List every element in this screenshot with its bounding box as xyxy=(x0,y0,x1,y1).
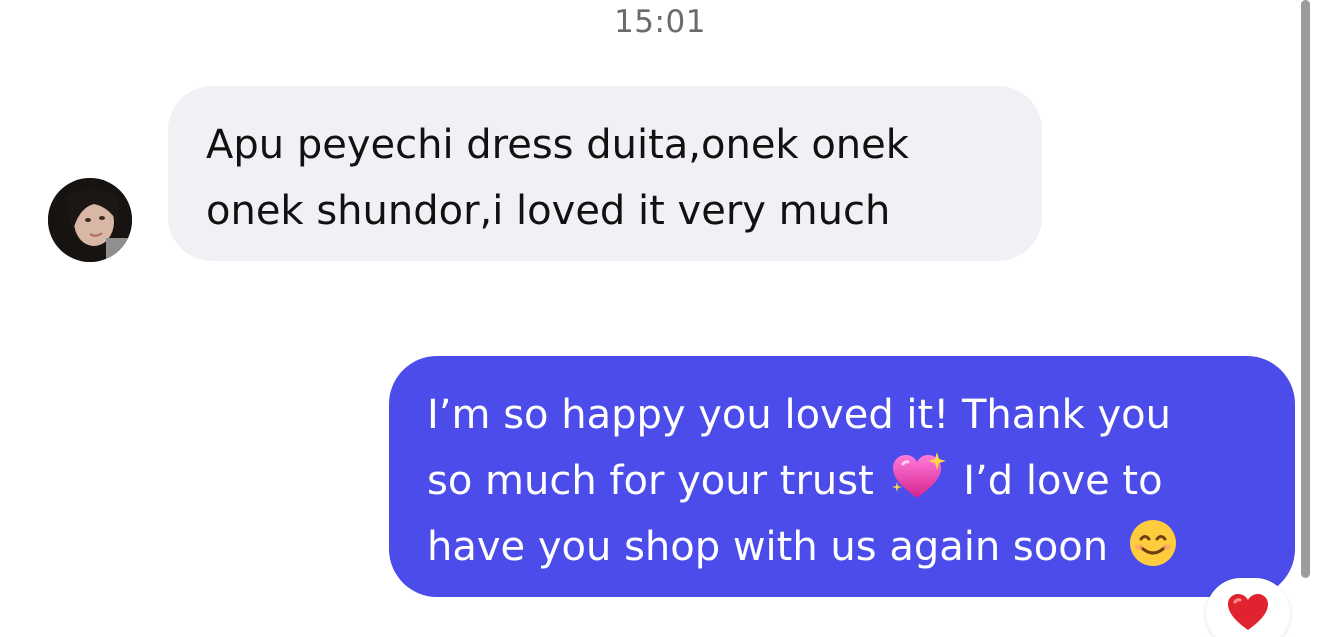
outgoing-message-bubble[interactable]: I’m so happy you loved it! Thank you so … xyxy=(389,356,1295,597)
outgoing-message-line: so much for your trust I’d love to xyxy=(427,448,1265,514)
chat-thread: 15:01 Apu peyechi dress duita,onek onek … xyxy=(0,0,1320,637)
message-reaction[interactable] xyxy=(1206,578,1290,637)
sparkling-heart-icon xyxy=(891,452,947,502)
outgoing-message-line: I’m so happy you loved it! Thank you xyxy=(427,392,1172,438)
incoming-message-line: Apu peyechi dress duita,onek onek xyxy=(206,122,909,168)
red-heart-icon xyxy=(1228,594,1268,630)
message-timestamp: 15:01 xyxy=(614,4,706,40)
smiling-face-icon xyxy=(1125,518,1181,568)
avatar[interactable] xyxy=(48,178,132,262)
avatar-photo-icon xyxy=(48,178,132,262)
scrollbar[interactable] xyxy=(1301,0,1310,578)
incoming-message-bubble[interactable]: Apu peyechi dress duita,onek onek onek s… xyxy=(168,86,1042,261)
outgoing-message-text: I’d love to xyxy=(963,458,1163,504)
outgoing-message-line: have you shop with us again soon xyxy=(427,514,1265,580)
incoming-message-line: onek shundor,i loved it very much xyxy=(206,188,891,234)
outgoing-message-text: so much for your trust xyxy=(427,458,874,504)
outgoing-message-text: have you shop with us again soon xyxy=(427,524,1109,570)
